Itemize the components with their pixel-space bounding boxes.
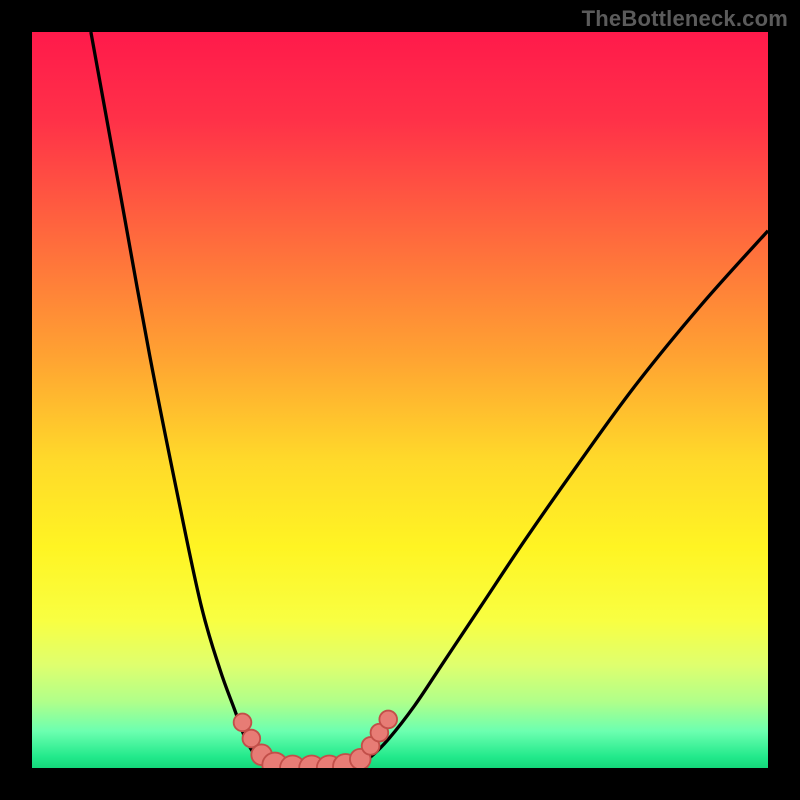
- data-marker: [379, 711, 397, 729]
- chart-background: [32, 32, 768, 768]
- plot-area: [32, 32, 768, 768]
- chart-svg: [32, 32, 768, 768]
- watermark-text: TheBottleneck.com: [582, 6, 788, 32]
- data-marker: [234, 714, 252, 732]
- chart-frame: TheBottleneck.com: [0, 0, 800, 800]
